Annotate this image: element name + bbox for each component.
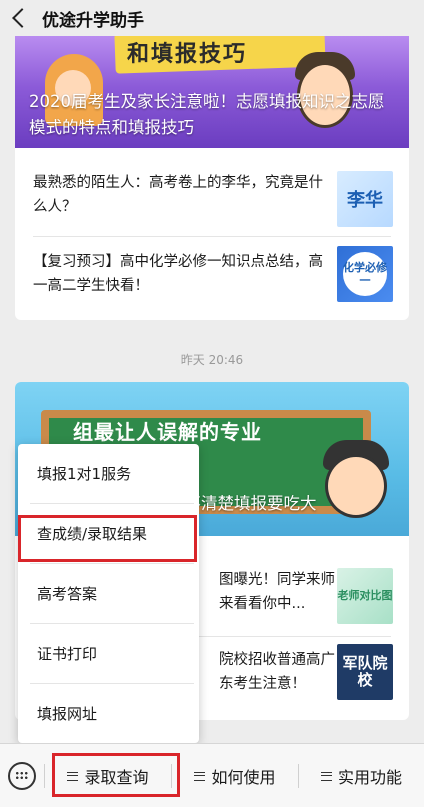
keyboard-icon[interactable] [8, 762, 36, 790]
list-item-text: 图曝光！同学来师来看看你中... [219, 572, 335, 612]
list-item-thumbnail: 李华 [337, 171, 393, 227]
menu-button-label: 实用功能 [337, 768, 402, 787]
chalkboard-text: 组最让人误解的专业 [73, 420, 262, 444]
banner-sign-text: 和填报技巧 [127, 42, 248, 67]
thumbnail-text: 军队院校 [342, 654, 388, 689]
list-item-thumbnail: 军队院校 [337, 644, 393, 700]
message-timestamp: 昨天 20:46 [180, 353, 244, 367]
highlight-box [18, 515, 197, 562]
menu-button-label: 如何使用 [211, 768, 276, 787]
page-title: 优途升学助手 [42, 10, 144, 31]
list-item[interactable]: 最熟悉的陌生人：高考卷上的李华，究竟是什么人？ 李华 [33, 171, 393, 243]
list-item-thumbnail: 化学必修一 [337, 246, 393, 302]
thumbnail-text: 老师对比图 [337, 589, 393, 602]
menu-item-answers[interactable]: 高考答案 [18, 564, 199, 623]
popup-menu: 填报1对1服务 查成绩/录取结果 高考答案 证书打印 填报网址 [18, 444, 199, 743]
list-item[interactable]: 【复习预习】高中化学必修一知识点总结，高一高二学生快看！ 化学必修一 [33, 246, 393, 318]
list-item-text: 【复习预习】高中化学必修一知识点总结，高一高二学生快看！ [33, 254, 323, 294]
list-item-thumbnail: 老师对比图 [337, 568, 393, 624]
article-title-1: 2020届考生及家长注意啦！志愿填报知识之志愿模式的特点和填报技巧 [29, 92, 385, 137]
chevron-left-icon[interactable] [12, 8, 32, 28]
menu-item-certificate[interactable]: 证书打印 [18, 624, 199, 683]
thumbnail-text: 李华 [347, 190, 383, 211]
menu-button-how-to-use[interactable]: 如何使用 [172, 744, 298, 807]
article-banner-1[interactable]: 和填报技巧 2020届考生及家长注意啦！志愿填报知识之志愿模式的特点和填报技巧 [15, 36, 409, 148]
menu-icon [320, 771, 332, 781]
menu-item-service[interactable]: 填报1对1服务 [18, 444, 199, 503]
menu-item-urls[interactable]: 填报网址 [18, 684, 199, 743]
menu-icon [194, 771, 206, 781]
list-item-text: 最熟悉的陌生人：高考卷上的李华，究竟是什么人？ [33, 175, 323, 215]
thumbnail-text: 化学必修一 [343, 252, 387, 296]
chat-header: 优途升学助手 [0, 0, 424, 36]
article-card-1: 和填报技巧 2020届考生及家长注意啦！志愿填报知识之志愿模式的特点和填报技巧 … [15, 36, 409, 320]
divider [33, 236, 391, 237]
highlight-box [52, 753, 180, 797]
menu-button-tools[interactable]: 实用功能 [299, 744, 424, 807]
list-item-text: 院校招收普通高广东考生注意！ [219, 652, 335, 692]
